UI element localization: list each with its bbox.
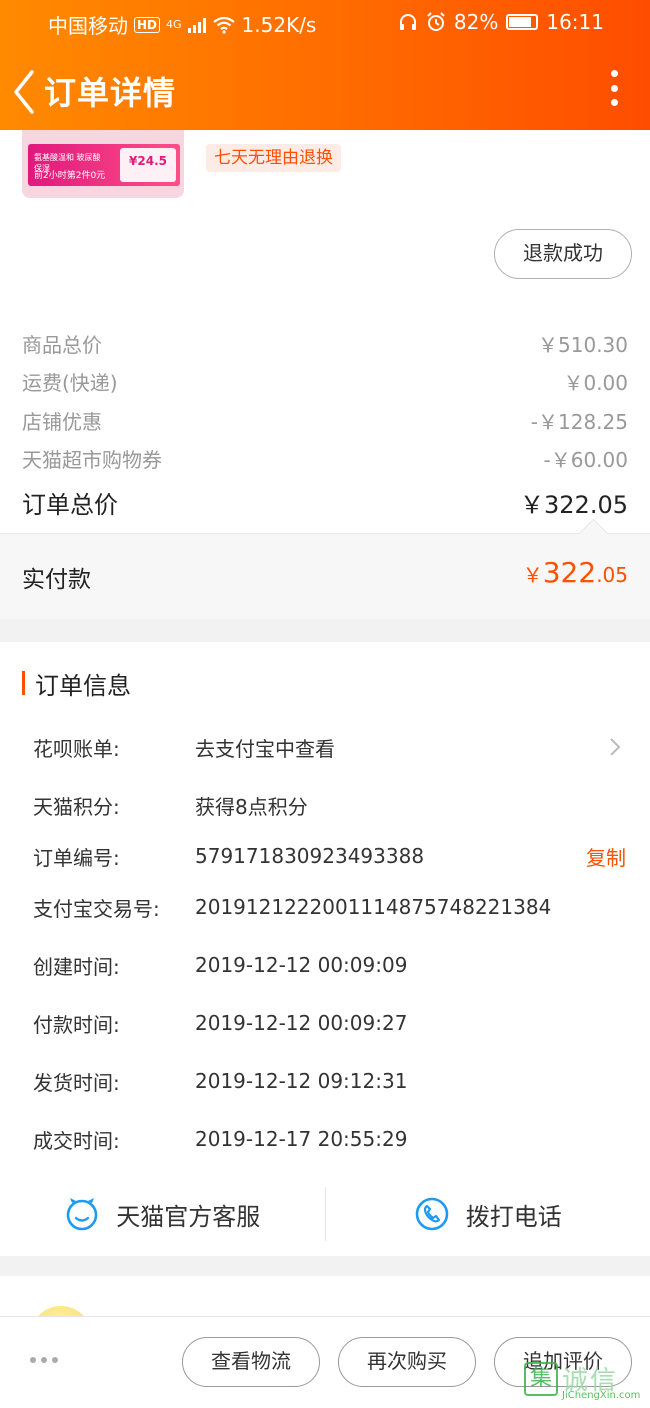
price-row: 商品总价 ￥510.30 bbox=[22, 332, 628, 357]
order-info-card: 订单信息 花呗账单: 去支付宝中查看 天猫积分: 获得8点积分 订单编号: 57… bbox=[0, 642, 650, 1256]
watermark-logo: 集 诚信 JiChengXin.com bbox=[524, 1360, 642, 1404]
customer-service-label: 天猫官方客服 bbox=[116, 1202, 261, 1231]
status-bar: 中国移动 HD 4G 1.52K/s 82% 16:11 bbox=[0, 0, 650, 44]
more-actions-icon[interactable] bbox=[30, 1357, 58, 1363]
battery-icon bbox=[506, 14, 539, 30]
price-breakdown: 商品总价 ￥510.30 运费(快递) ￥0.00 店铺优惠 -￥128.25 天猫超… bbox=[22, 324, 628, 526]
page-title: 订单详情 bbox=[44, 74, 177, 112]
actual-paid-row: 实付款 ￥ 322.05 bbox=[0, 533, 650, 619]
clock: 16:11 bbox=[546, 10, 604, 34]
nav-header: 订单详情 bbox=[0, 58, 650, 118]
order-total-row: 订单总价 ￥322.05 bbox=[22, 490, 628, 519]
refund-status-button[interactable]: 退款成功 bbox=[494, 229, 632, 279]
paid-amount: ￥ 322.05 bbox=[522, 556, 628, 589]
more-menu-icon[interactable] bbox=[608, 70, 620, 106]
price-row: 天猫超市购物券 -￥60.00 bbox=[22, 448, 628, 473]
network-type: 4G bbox=[166, 18, 182, 31]
price-card: 氨基酸温和 玻尿酸保湿 前2小时第2件0元 ¥24.5 七天无理由退换 退款成功… bbox=[0, 130, 650, 619]
customer-service-button[interactable]: 天猫官方客服 bbox=[0, 1182, 325, 1246]
info-row-huabei[interactable]: 花呗账单: 去支付宝中查看 bbox=[0, 727, 650, 767]
alarm-icon bbox=[427, 12, 445, 31]
buy-again-button[interactable]: 再次购买 bbox=[338, 1337, 476, 1387]
view-logistics-button[interactable]: 查看物流 bbox=[182, 1337, 320, 1387]
info-row-created: 创建时间: 2019-12-12 00:09:09 bbox=[33, 953, 408, 979]
price-row: 运费(快递) ￥0.00 bbox=[22, 371, 628, 396]
service-bar: 天猫官方客服 拨打电话 bbox=[0, 1182, 650, 1246]
thumb-text-2: 前2小时第2件0元 bbox=[34, 171, 106, 181]
copy-button[interactable]: 复制 bbox=[586, 842, 626, 871]
chat-bubble-icon bbox=[66, 1198, 98, 1231]
info-row-completed: 成交时间: 2019-12-17 20:55:29 bbox=[33, 1127, 408, 1153]
paid-label: 实付款 bbox=[22, 567, 91, 593]
network-speed: 1.52K/s bbox=[241, 12, 317, 37]
top-bar: 中国移动 HD 4G 1.52K/s 82% 16:11 订单详情 bbox=[0, 0, 650, 130]
info-row-paid: 付款时间: 2019-12-12 00:09:27 bbox=[33, 1011, 408, 1037]
phone-icon bbox=[415, 1197, 449, 1231]
bottom-action-bar: 查看物流 再次购买 追加评价 集 诚信 JiChengXin.com bbox=[0, 1316, 650, 1408]
call-button[interactable]: 拨打电话 bbox=[326, 1182, 650, 1246]
return-policy-tag: 七天无理由退换 bbox=[206, 144, 341, 172]
call-label: 拨打电话 bbox=[465, 1202, 562, 1231]
headphones-icon bbox=[399, 14, 416, 30]
info-row-alipay-number: 支付宝交易号: 2019121222001114875748221384 bbox=[33, 895, 552, 921]
thumb-price: ¥24.5 bbox=[120, 148, 176, 182]
carrier-label: 中国移动 bbox=[48, 14, 128, 38]
price-row: 店铺优惠 -￥128.25 bbox=[22, 409, 628, 434]
section-title: 订单信息 bbox=[22, 668, 131, 700]
wifi-icon bbox=[212, 16, 235, 34]
signal-icon bbox=[187, 17, 206, 33]
hd-icon: HD bbox=[134, 16, 161, 33]
info-row-points: 天猫积分: 获得8点积分 bbox=[33, 794, 308, 819]
chevron-right-icon bbox=[610, 738, 621, 756]
info-row-shipped: 发货时间: 2019-12-12 09:12:31 bbox=[33, 1069, 408, 1095]
product-thumbnail[interactable]: 氨基酸温和 玻尿酸保湿 前2小时第2件0元 ¥24.5 bbox=[22, 130, 184, 198]
battery-percent: 82% bbox=[453, 10, 499, 34]
info-row-order-number: 订单编号: 579171830923493388 复制 bbox=[0, 836, 650, 876]
